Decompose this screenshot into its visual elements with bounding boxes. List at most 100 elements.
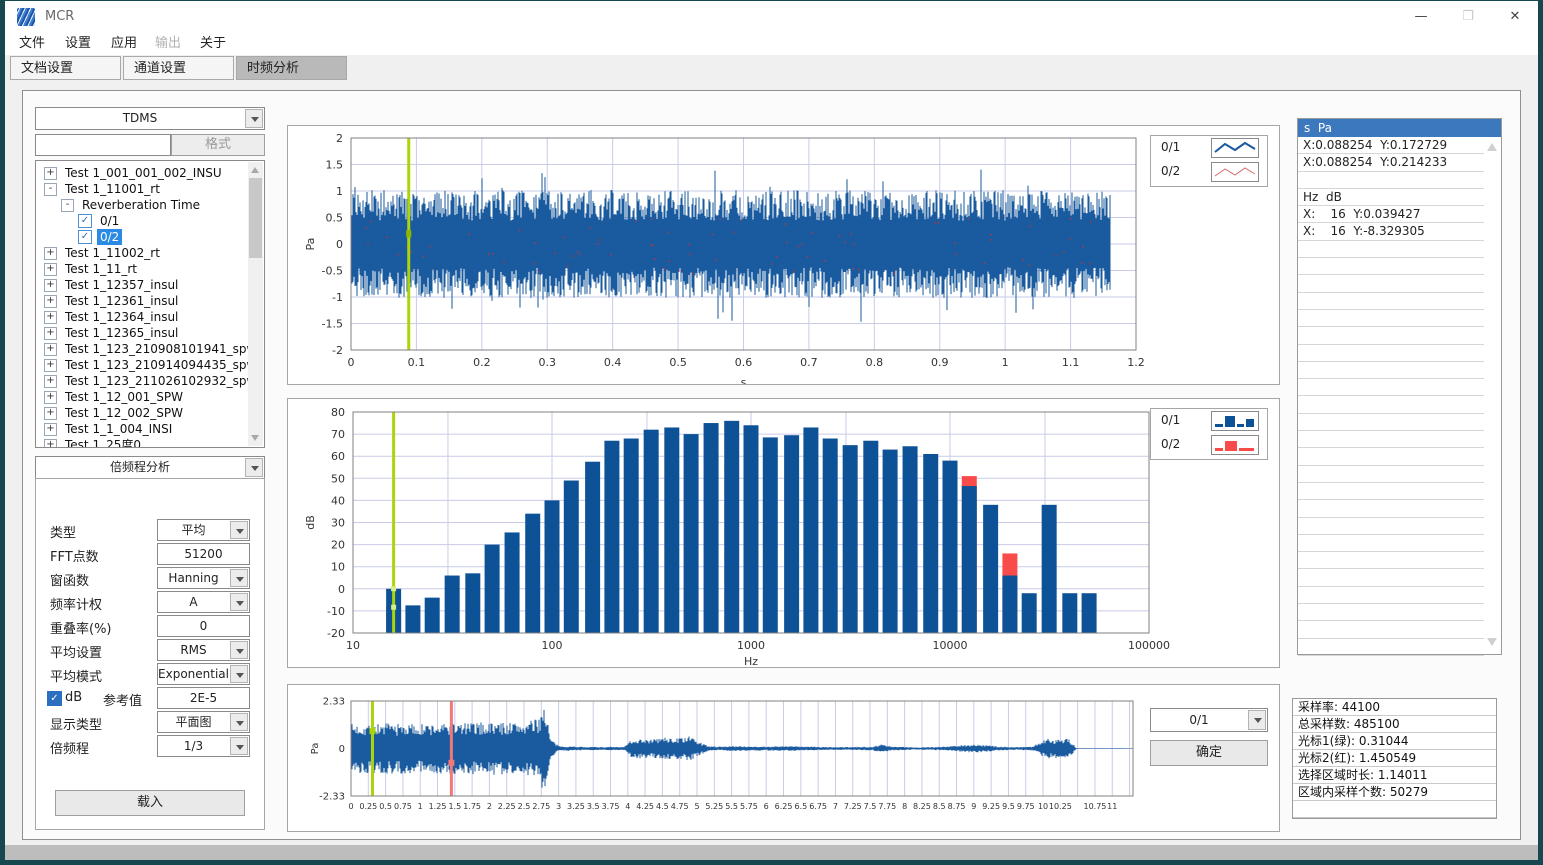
scroll-up-icon[interactable] <box>251 167 259 173</box>
tree-item-label[interactable]: Test 1_12_001_SPW <box>62 389 186 405</box>
channel-select[interactable]: 0/1 <box>1150 708 1268 732</box>
analysis-type-select[interactable]: 倍频程分析 <box>35 456 265 479</box>
field-input[interactable]: 51200 <box>157 543 250 565</box>
expand-icon[interactable]: + <box>44 407 57 420</box>
field-select[interactable]: RMS <box>157 639 250 661</box>
tree-item-label[interactable]: 0/2 <box>97 229 122 245</box>
chevron-down-icon[interactable] <box>1248 710 1266 730</box>
tree-item-label[interactable]: Reverberation Time <box>79 197 203 213</box>
time-waveform-chart[interactable]: 00.10.20.30.40.50.60.70.80.911.11.2-2-1.… <box>288 126 1279 384</box>
tree-item-label[interactable]: Test 1_123_210908101941_spw <box>62 341 259 357</box>
tree-item-label[interactable]: Test 1_123_210914094435_spw <box>62 357 259 373</box>
tree-item[interactable]: + Test 1_12_001_SPW <box>38 389 247 405</box>
menu-settings[interactable]: 设置 <box>61 34 95 54</box>
channel-checkbox[interactable]: ✓ <box>78 214 92 228</box>
tree-item[interactable]: +Test 1_123_210914094435_spw <box>38 357 247 373</box>
load-button[interactable]: 载入 <box>55 790 245 816</box>
chevron-down-icon[interactable] <box>230 593 248 611</box>
expand-icon[interactable]: + <box>44 311 57 324</box>
field-input[interactable]: 2E-5 <box>157 687 250 709</box>
expand-icon[interactable]: + <box>44 439 57 449</box>
legend-item[interactable]: 0/2 <box>1151 433 1267 457</box>
legend-item[interactable]: 0/2 <box>1151 160 1267 184</box>
expand-icon[interactable]: + <box>44 247 57 260</box>
overview-waveform-chart[interactable]: 00.250.50.7511.251.51.7522.252.52.7533.2… <box>288 685 1279 831</box>
chevron-down-icon[interactable] <box>230 641 248 659</box>
field-select[interactable]: Hanning <box>157 567 250 589</box>
tree-item-label[interactable]: Test 1_12357_insul <box>62 277 181 293</box>
field-select[interactable]: 平均 <box>157 519 250 541</box>
expand-icon[interactable]: + <box>44 327 57 340</box>
field-select[interactable]: 平面图 <box>157 711 250 733</box>
field-select[interactable]: Exponential <box>157 663 250 685</box>
chevron-down-icon[interactable] <box>230 569 248 587</box>
tree-item-label[interactable]: Test 1_25度0 <box>62 437 144 448</box>
scroll-up-icon[interactable] <box>1487 143 1497 151</box>
tree-item[interactable]: +Test 1_123_210908101941_spw <box>38 341 247 357</box>
tree-item[interactable]: + Test 1_11002_rt <box>38 245 247 261</box>
menu-apply[interactable]: 应用 <box>107 34 141 54</box>
chevron-down-icon[interactable] <box>245 458 263 477</box>
expand-icon[interactable]: + <box>44 279 57 292</box>
tree-item[interactable]: + Test 1_11_rt <box>38 261 247 277</box>
tree-item[interactable]: + Test 1_12364_insul <box>38 309 247 325</box>
tree-item-label[interactable]: Test 1_11001_rt <box>62 181 163 197</box>
db-checkbox[interactable]: ✓ <box>47 691 62 706</box>
third-octave-spectrum-chart[interactable]: -20-100102030405060708010100100010000100… <box>288 399 1279 667</box>
tree-item-label[interactable]: Test 1_001_001_002_INSU <box>62 165 225 181</box>
tree-item[interactable]: + Test 1_25度0 <box>38 437 247 448</box>
confirm-button[interactable]: 确定 <box>1150 740 1268 766</box>
tree-item[interactable]: ✓ 0/1 <box>38 213 247 229</box>
field-input[interactable]: 0 <box>157 615 250 637</box>
menu-file[interactable]: 文件 <box>15 34 49 54</box>
search-input[interactable] <box>35 134 171 156</box>
field-select[interactable]: A <box>157 591 250 613</box>
tree-item[interactable]: + Test 1_12_002_SPW <box>38 405 247 421</box>
legend-item[interactable]: 0/1 <box>1151 136 1267 160</box>
tree-item-label[interactable]: Test 1_12364_insul <box>62 309 181 325</box>
scroll-down-icon[interactable] <box>1487 638 1497 646</box>
close-button[interactable]: ✕ <box>1497 3 1533 31</box>
chevron-down-icon[interactable] <box>230 665 248 683</box>
tree-item[interactable]: ✓ 0/2 <box>38 229 247 245</box>
chevron-down-icon[interactable] <box>230 713 248 731</box>
expand-icon[interactable]: + <box>44 263 57 276</box>
tree-item-label[interactable]: Test 1_11002_rt <box>62 245 163 261</box>
chevron-down-icon[interactable] <box>230 737 248 755</box>
tree-item[interactable]: -Test 1_11001_rt <box>38 181 247 197</box>
tree-item-label[interactable]: Test 1_12_002_SPW <box>62 405 186 421</box>
field-select[interactable]: 1/3 <box>157 735 250 757</box>
expand-icon[interactable]: + <box>44 375 57 388</box>
expand-icon[interactable]: + <box>44 359 57 372</box>
scroll-down-icon[interactable] <box>251 435 259 441</box>
tab-document-settings[interactable]: 文档设置 <box>10 56 121 80</box>
expand-icon[interactable]: + <box>44 343 57 356</box>
format-select[interactable]: TDMS <box>35 107 265 130</box>
channel-checkbox[interactable]: ✓ <box>78 230 92 244</box>
menu-about[interactable]: 关于 <box>196 34 230 54</box>
tab-time-frequency-analysis[interactable]: 时频分析 <box>236 56 347 80</box>
tree-item-label[interactable]: Test 1_12361_insul <box>62 293 181 309</box>
chevron-down-icon[interactable] <box>245 109 263 128</box>
tree-item[interactable]: + Test 1_12361_insul <box>38 293 247 309</box>
tree-item-label[interactable]: Test 1_11_rt <box>62 261 140 277</box>
tree-item-label[interactable]: 0/1 <box>97 213 122 229</box>
minimize-button[interactable]: — <box>1403 3 1439 31</box>
tree-item-label[interactable]: Test 1_12365_insul <box>62 325 181 341</box>
tree-scrollbar[interactable] <box>248 162 263 446</box>
tree-item[interactable]: + Test 1_12365_insul <box>38 325 247 341</box>
expand-icon[interactable]: + <box>44 391 57 404</box>
expand-icon[interactable]: + <box>44 423 57 436</box>
tree-item-label[interactable]: Test 1_123_211026102932_spw <box>62 373 259 389</box>
collapse-icon[interactable]: - <box>44 183 57 196</box>
tree-item-label[interactable]: Test 1_1_004_INSI <box>62 421 175 437</box>
tree-item[interactable]: + Test 1_1_004_INSI <box>38 421 247 437</box>
expand-icon[interactable]: + <box>44 295 57 308</box>
chevron-down-icon[interactable] <box>230 521 248 539</box>
tree-item[interactable]: -Reverberation Time <box>38 197 247 213</box>
tree-item[interactable]: + Test 1_12357_insul <box>38 277 247 293</box>
tree-item[interactable]: + Test 1_001_001_002_INSU <box>38 165 247 181</box>
tab-channel-settings[interactable]: 通道设置 <box>123 56 234 80</box>
expand-icon[interactable]: + <box>44 167 57 180</box>
legend-item[interactable]: 0/1 <box>1151 409 1267 433</box>
